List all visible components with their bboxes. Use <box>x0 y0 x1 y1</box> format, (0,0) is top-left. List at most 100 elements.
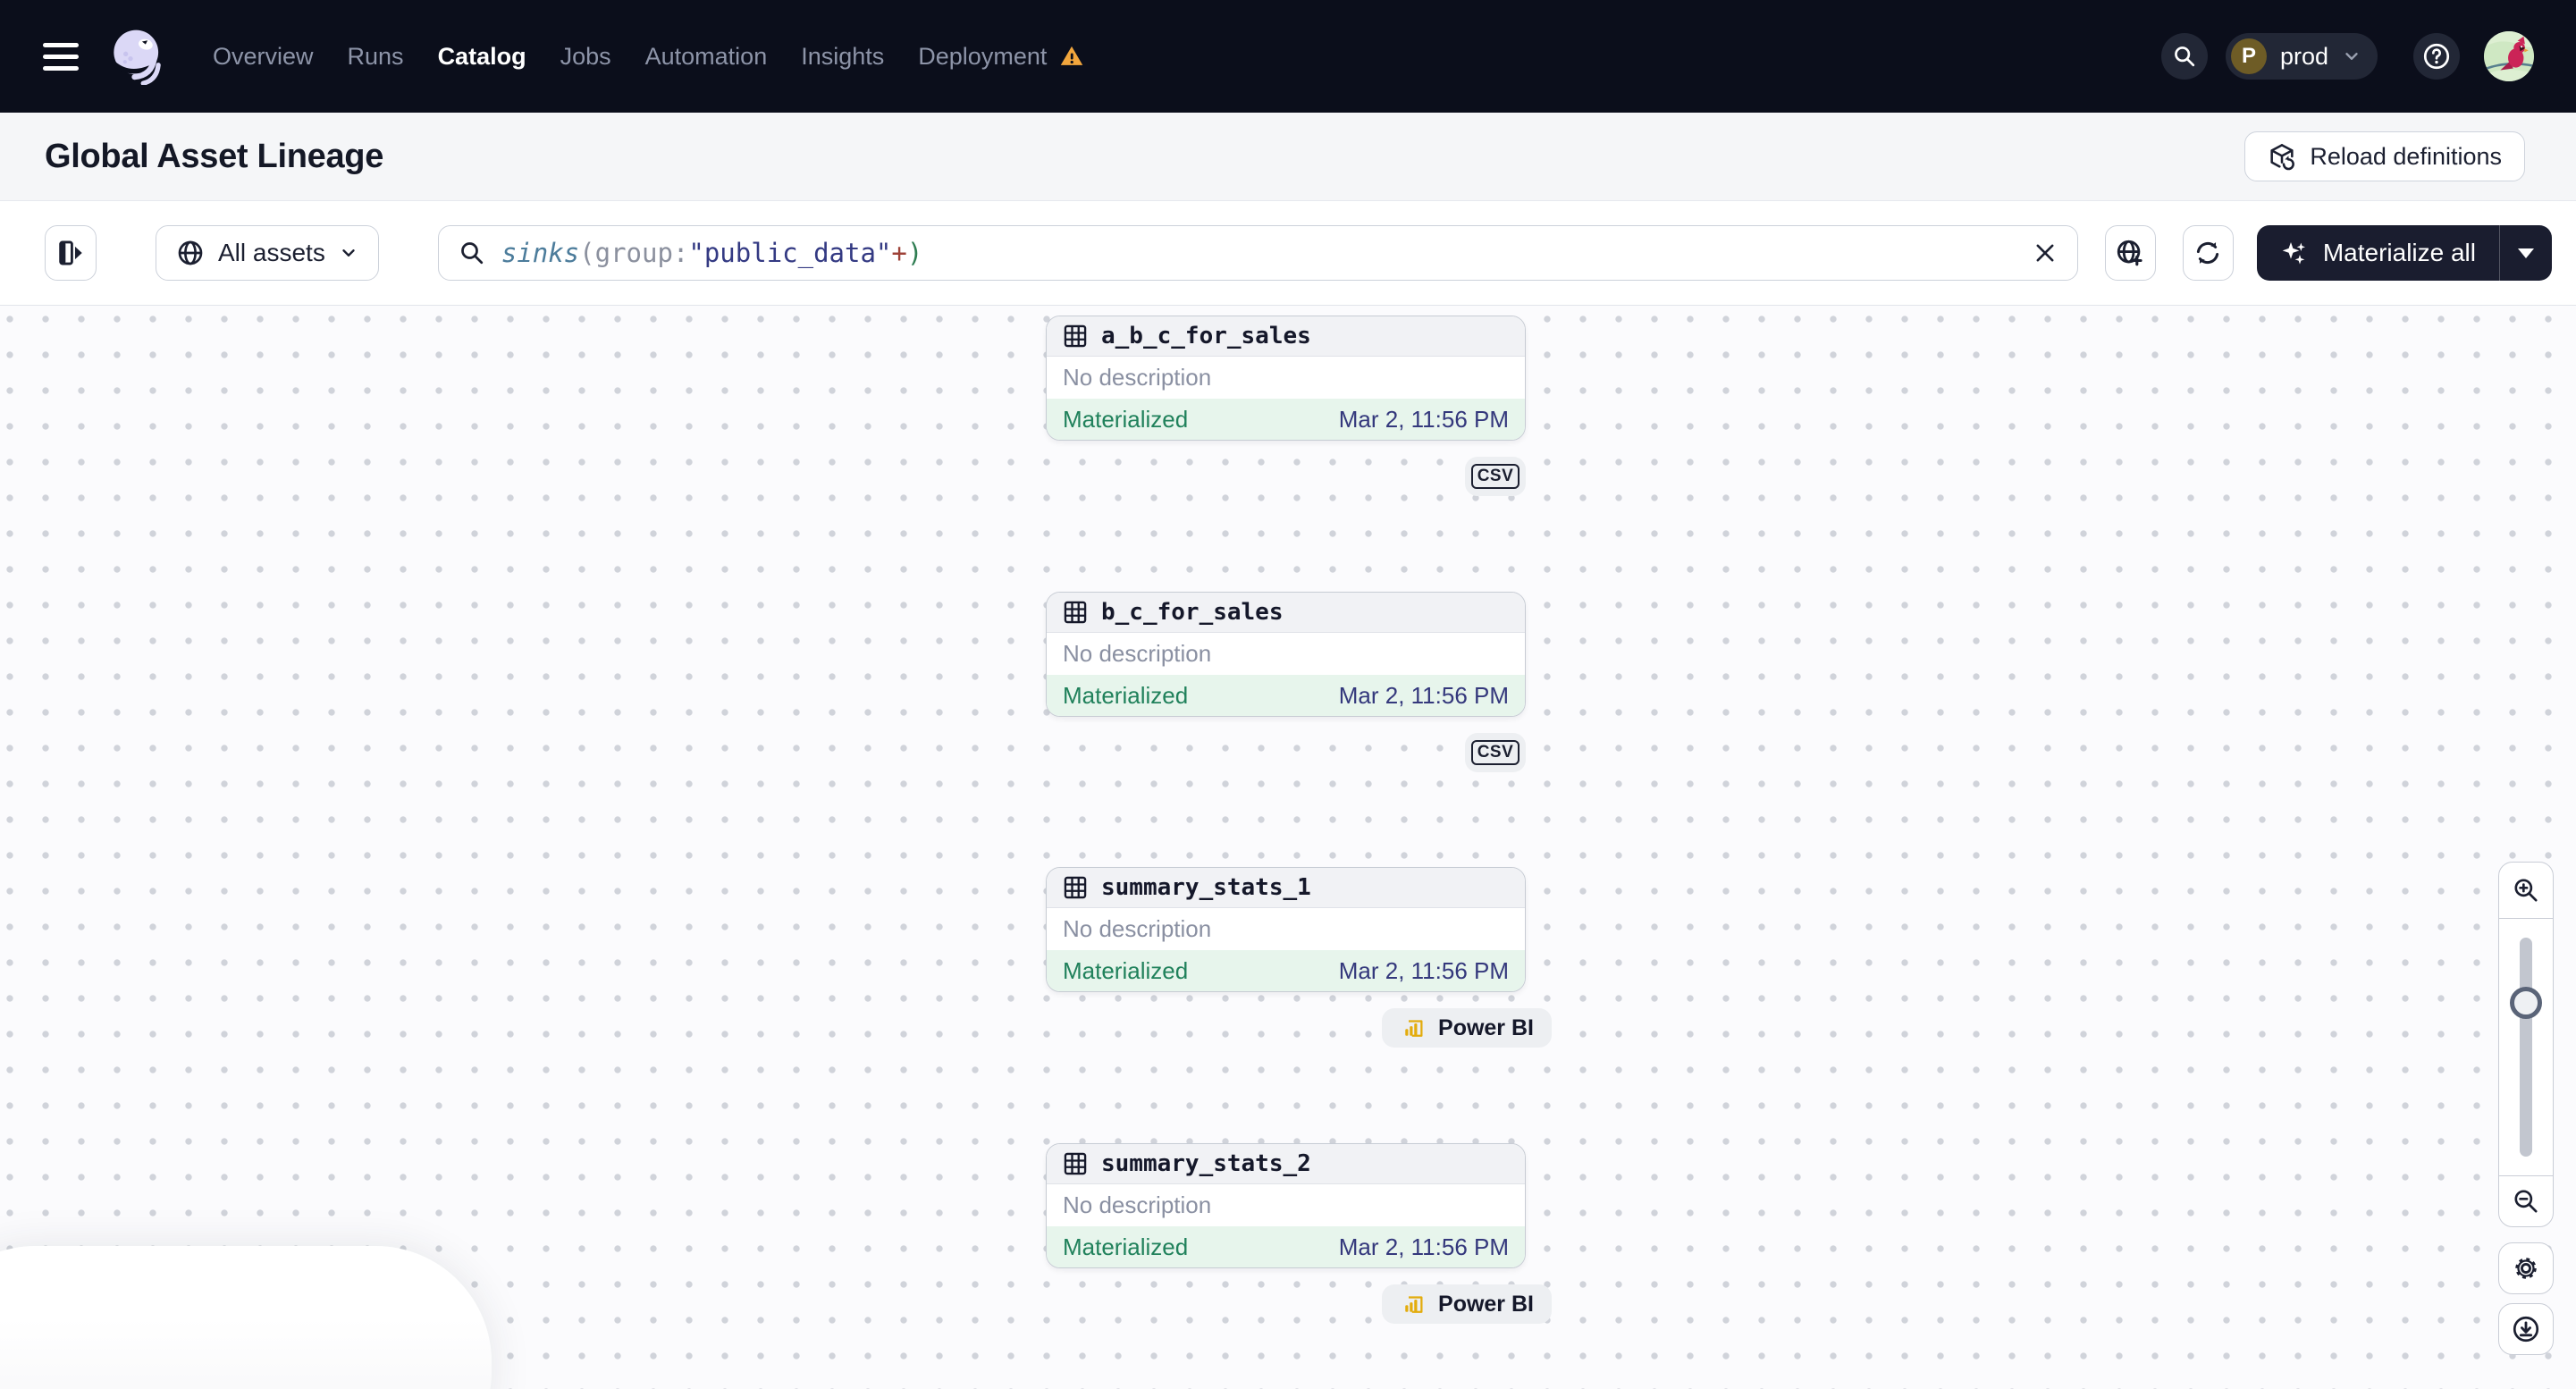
asset-name: b_c_for_sales <box>1101 599 1284 626</box>
nav-item-jobs[interactable]: Jobs <box>560 43 611 71</box>
table-icon <box>1064 876 1087 899</box>
asset-name: summary_stats_1 <box>1101 874 1311 901</box>
asset-node-header: summary_stats_1 <box>1047 868 1525 908</box>
nav-item-overview[interactable]: Overview <box>213 43 314 71</box>
zoom-in-icon <box>2514 879 2538 902</box>
asset-node-body: No description <box>1047 1184 1525 1226</box>
asset-description: No description <box>1063 915 1212 942</box>
globe-plus-icon <box>2117 240 2142 266</box>
close-icon <box>2036 244 2054 262</box>
asset-node-footer: Materialized Mar 2, 11:56 PM <box>1047 399 1525 440</box>
help-button[interactable] <box>2413 33 2460 80</box>
globe-icon <box>178 240 203 265</box>
nav-item-automation[interactable]: Automation <box>645 43 768 71</box>
reload-definitions-label: Reload definitions <box>2310 142 2502 170</box>
asset-name: summary_stats_2 <box>1101 1150 1311 1177</box>
zoom-out-button[interactable] <box>2499 1176 2553 1226</box>
asset-node-footer: Materialized Mar 2, 11:56 PM <box>1047 675 1525 716</box>
asset-scope-label: All assets <box>218 239 325 266</box>
asset-node-group: a_b_c_for_sales No description Materiali… <box>1046 316 1526 496</box>
asset-selection-input[interactable]: sinks(group:"public_data"+) <box>437 225 2078 281</box>
materialize-all-button[interactable]: Materialize all <box>2257 225 2499 281</box>
powerbi-kind-label: Power BI <box>1438 1014 1534 1040</box>
asset-status: Materialized <box>1063 1233 1189 1260</box>
query-field: group <box>594 238 673 268</box>
asset-status: Materialized <box>1063 405 1189 433</box>
asset-kind-badge: Power BI <box>1382 1284 1552 1324</box>
query-paren-close: ) <box>906 238 923 268</box>
lineage-graph-canvas[interactable]: a_b_c_for_sales No description Materiali… <box>0 306 2576 1389</box>
asset-description: No description <box>1063 364 1212 391</box>
powerbi-kind-label: Power BI <box>1438 1291 1534 1317</box>
user-avatar[interactable] <box>2483 30 2535 82</box>
asset-name: a_b_c_for_sales <box>1101 323 1311 349</box>
materialize-options-button[interactable] <box>2500 225 2552 281</box>
asset-status: Materialized <box>1063 681 1189 709</box>
query-value: "public_data" <box>688 238 892 268</box>
query-function: sinks <box>501 238 580 268</box>
warning-icon <box>1061 46 1083 65</box>
deployment-switcher[interactable]: P prod <box>2225 33 2378 80</box>
circle-download-icon <box>2513 1316 2539 1343</box>
page-header: Global Asset Lineage Reload definitions <box>0 113 2576 201</box>
nav-item-runs[interactable]: Runs <box>348 43 404 71</box>
deployment-name: prod <box>2279 42 2328 70</box>
asset-node-group: summary_stats_1 No description Materiali… <box>1046 867 1552 1048</box>
materialize-all-label: Materialize all <box>2322 239 2476 266</box>
csv-kind-icon: CSV <box>1470 464 1520 489</box>
asset-node-body: No description <box>1047 908 1525 950</box>
chevron-down-icon <box>2345 53 2358 60</box>
deployment-initial-badge: P <box>2230 38 2267 74</box>
table-icon <box>1064 601 1087 624</box>
gear-icon <box>2515 1258 2537 1279</box>
powerbi-icon <box>1405 1296 1423 1313</box>
asset-node[interactable]: a_b_c_for_sales No description Materiali… <box>1046 316 1526 441</box>
asset-node[interactable]: b_c_for_sales No description Materialize… <box>1046 592 1526 717</box>
dagster-logo-icon[interactable] <box>109 28 166 85</box>
table-icon <box>1064 324 1087 348</box>
powerbi-icon <box>1405 1020 1423 1037</box>
question-mark-icon <box>2423 43 2450 70</box>
graph-settings-button[interactable] <box>2498 1242 2554 1294</box>
zoom-controls <box>2498 862 2554 1227</box>
query-plus: + <box>891 238 907 268</box>
asset-scope-dropdown[interactable]: All assets <box>156 225 379 281</box>
zoom-slider-track[interactable] <box>2520 938 2532 1157</box>
menu-icon[interactable] <box>43 42 79 71</box>
sparkles-icon <box>2282 242 2305 265</box>
reload-definitions-button[interactable]: Reload definitions <box>2244 131 2525 181</box>
download-image-button[interactable] <box>2498 1303 2554 1355</box>
nav-item-deployment-label: Deployment <box>918 42 1048 70</box>
asset-node-header: b_c_for_sales <box>1047 593 1525 633</box>
zoom-slider <box>2499 918 2553 1176</box>
query-colon: : <box>672 238 689 268</box>
asset-node-body: No description <box>1047 357 1525 399</box>
asset-timestamp: Mar 2, 11:56 PM <box>1338 405 1509 433</box>
asset-timestamp: Mar 2, 11:56 PM <box>1338 1233 1509 1260</box>
asset-node-footer: Materialized Mar 2, 11:56 PM <box>1047 950 1525 991</box>
zoom-slider-handle[interactable] <box>2510 987 2542 1019</box>
nav-item-deployment[interactable]: Deployment <box>918 43 1084 71</box>
asset-node[interactable]: summary_stats_1 No description Materiali… <box>1046 867 1526 992</box>
refresh-graph-button[interactable] <box>2182 225 2234 281</box>
asset-node-body: No description <box>1047 633 1525 675</box>
search-icon <box>2175 46 2195 67</box>
table-icon <box>1064 1152 1087 1175</box>
asset-selection-query: sinks(group:"public_data"+) <box>501 238 922 268</box>
asset-description: No description <box>1063 640 1212 667</box>
page-title: Global Asset Lineage <box>45 137 384 175</box>
asset-node[interactable]: summary_stats_2 No description Materiali… <box>1046 1143 1526 1268</box>
clear-query-button[interactable] <box>2033 240 2058 265</box>
asset-node-footer: Materialized Mar 2, 11:56 PM <box>1047 1226 1525 1267</box>
open-in-catalog-button[interactable] <box>2104 225 2156 281</box>
primary-nav: Overview Runs Catalog Jobs Automation In… <box>213 43 1084 71</box>
lineage-toolbar: All assets sinks(group:"public_data"+) M… <box>0 201 2576 306</box>
zoom-in-button[interactable] <box>2499 863 2553 918</box>
global-search-button[interactable] <box>2160 33 2208 80</box>
nav-item-catalog[interactable]: Catalog <box>438 43 526 71</box>
open-side-panel-button[interactable] <box>45 225 97 281</box>
top-navbar: Overview Runs Catalog Jobs Automation In… <box>0 0 2576 113</box>
asset-kind-badge: CSV <box>1465 733 1526 772</box>
nav-item-insights[interactable]: Insights <box>801 43 884 71</box>
asset-kind-badge: CSV <box>1465 457 1526 496</box>
